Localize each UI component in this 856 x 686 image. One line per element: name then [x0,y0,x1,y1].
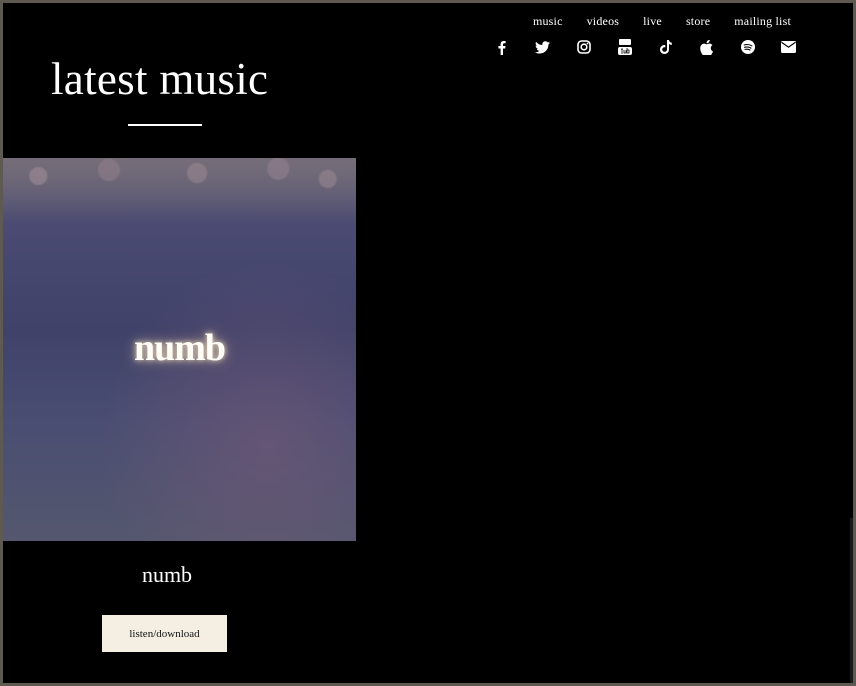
spotify-icon[interactable] [727,38,768,56]
page-frame: music videos live store mailing list lat… [3,3,853,683]
instagram-icon[interactable] [563,38,604,56]
nav-store[interactable]: store [686,14,710,29]
mail-icon[interactable] [768,38,809,56]
nav-videos[interactable]: videos [587,14,620,29]
twitter-icon[interactable] [522,38,563,56]
cover-treeline [3,158,356,218]
frame-edge [850,518,853,683]
nav-live[interactable]: live [643,14,662,29]
release-title: numb [141,562,193,587]
cover-text: numb [133,327,226,369]
facebook-icon[interactable] [481,38,522,56]
top-nav: music videos live store mailing list [533,14,791,29]
nav-music[interactable]: music [533,14,563,29]
album-cover[interactable]: numb [3,158,356,541]
page-title: latest music [51,54,269,104]
listen-download-button[interactable]: listen/download [102,615,227,652]
social-links [481,38,809,56]
youtube-icon[interactable] [604,38,645,56]
apple-icon[interactable] [686,38,727,56]
tiktok-icon[interactable] [645,38,686,56]
nav-mailing-list[interactable]: mailing list [734,14,791,29]
title-divider [128,124,202,126]
